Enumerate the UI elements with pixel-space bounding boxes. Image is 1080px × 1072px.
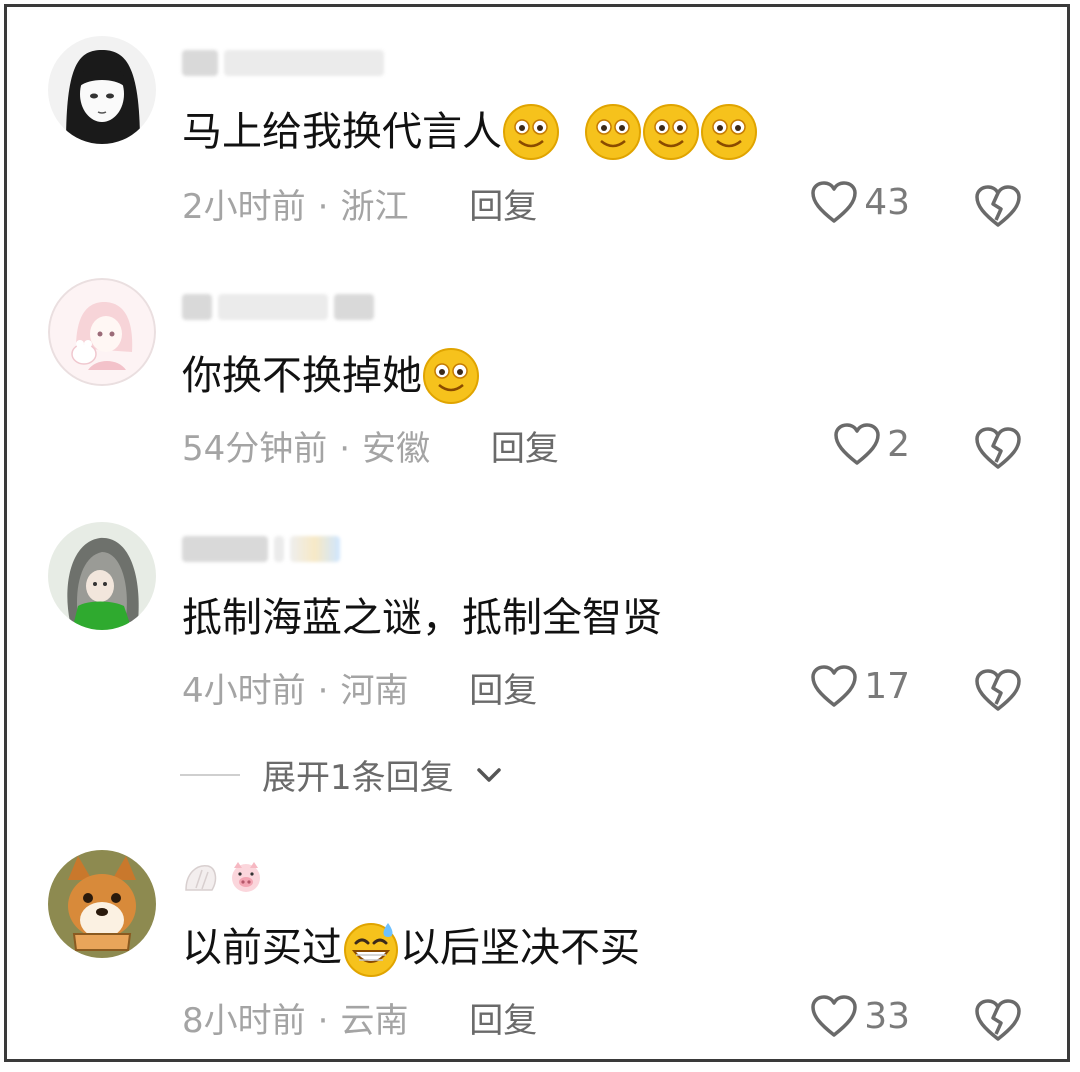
divider xyxy=(180,773,240,776)
heart-outline-icon xyxy=(834,423,880,465)
comment-meta: 54分钟前 · 安徽 回复 xyxy=(182,429,559,469)
like-button[interactable]: 33 xyxy=(800,994,910,1038)
sweat-grin-emoji xyxy=(342,919,400,977)
heart-outline-icon xyxy=(811,181,857,223)
like-count: 43 xyxy=(864,181,910,223)
comment-body-part1: 以前买过 xyxy=(182,925,342,971)
comment-body: 你换不换掉她 xyxy=(182,353,422,399)
comment-text: 你换不换掉她 xyxy=(182,346,480,406)
like-count: 33 xyxy=(864,995,910,1037)
reply-button[interactable]: 回复 xyxy=(469,187,537,227)
shell-emoji xyxy=(182,860,220,894)
username-emoji[interactable] xyxy=(182,860,266,894)
avatar[interactable] xyxy=(48,850,156,958)
timestamp: 54分钟前 xyxy=(182,429,328,469)
comment-meta: 8小时前 · 云南 回复 xyxy=(182,1001,538,1041)
like-button[interactable]: 2 xyxy=(800,422,910,466)
expand-replies-button[interactable]: 展开1条回复 xyxy=(180,750,502,799)
chevron-down-icon xyxy=(476,767,501,782)
comment-text: 抵制海蓝之谜，抵制全智贤 xyxy=(182,588,662,648)
username-redacted[interactable] xyxy=(182,46,384,80)
like-count: 2 xyxy=(887,423,910,465)
reply-button[interactable]: 回复 xyxy=(469,671,537,711)
dislike-button[interactable] xyxy=(974,184,1022,228)
heart-outline-icon xyxy=(811,665,857,707)
avatar[interactable] xyxy=(48,278,156,386)
broken-heart-icon xyxy=(975,669,1021,711)
pig-emoji xyxy=(226,860,266,894)
heart-outline-icon xyxy=(811,995,857,1037)
smile-emoji xyxy=(700,103,758,161)
location: 安徽 xyxy=(362,429,431,469)
comment-panel xyxy=(4,4,1070,1062)
broken-heart-icon xyxy=(975,185,1021,227)
like-button[interactable]: 17 xyxy=(800,664,910,708)
broken-heart-icon xyxy=(975,427,1021,469)
timestamp: 8小时前 xyxy=(182,1001,306,1041)
location: 浙江 xyxy=(340,187,409,227)
smile-emoji xyxy=(584,103,642,161)
location: 河南 xyxy=(340,671,409,711)
dislike-button[interactable] xyxy=(974,998,1022,1042)
comment-body: 抵制海蓝之谜，抵制全智贤 xyxy=(182,595,662,641)
smile-emoji xyxy=(422,347,480,405)
like-count: 17 xyxy=(864,665,910,707)
smile-emoji xyxy=(502,103,560,161)
location: 云南 xyxy=(340,1001,409,1041)
username-redacted[interactable] xyxy=(182,532,340,566)
dislike-button[interactable] xyxy=(974,668,1022,712)
timestamp: 2小时前 xyxy=(182,187,306,227)
smile-emoji xyxy=(642,103,700,161)
broken-heart-icon xyxy=(975,999,1021,1041)
expand-replies-label: 展开1条回复 xyxy=(262,758,454,798)
like-button[interactable]: 43 xyxy=(800,180,910,224)
reply-button[interactable]: 回复 xyxy=(491,429,559,469)
comment-body-part2: 以后坚决不买 xyxy=(400,925,640,971)
avatar[interactable] xyxy=(48,36,156,144)
reply-button[interactable]: 回复 xyxy=(469,1001,537,1041)
avatar[interactable] xyxy=(48,522,156,630)
comment-text: 以前买过 以后坚决不买 xyxy=(182,918,640,978)
timestamp: 4小时前 xyxy=(182,671,306,711)
dislike-button[interactable] xyxy=(974,426,1022,470)
comment-body: 马上给我换代言人 xyxy=(182,109,502,155)
comment-meta: 2小时前 · 浙江 回复 xyxy=(182,187,538,227)
username-redacted[interactable] xyxy=(182,290,374,324)
comment-meta: 4小时前 · 河南 回复 xyxy=(182,671,538,711)
comment-text: 马上给我换代言人 xyxy=(182,102,758,162)
